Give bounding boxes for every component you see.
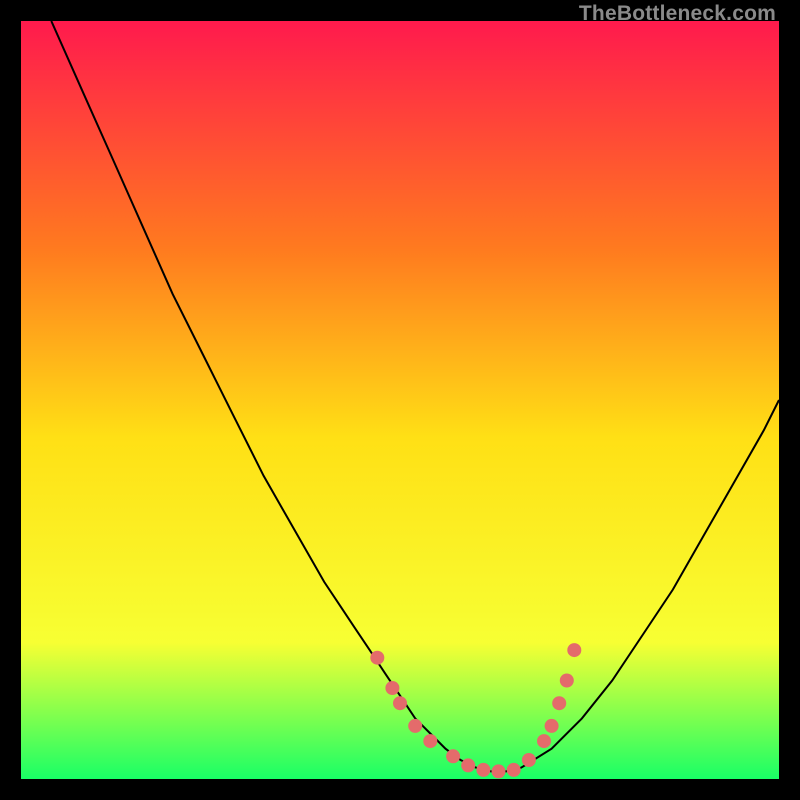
marker-point bbox=[385, 681, 399, 695]
marker-point bbox=[545, 719, 559, 733]
marker-point bbox=[476, 763, 490, 777]
chart-frame bbox=[21, 21, 779, 779]
marker-point bbox=[492, 764, 506, 778]
marker-point bbox=[552, 696, 566, 710]
marker-point bbox=[370, 651, 384, 665]
marker-point bbox=[423, 734, 437, 748]
marker-point bbox=[507, 763, 521, 777]
marker-point bbox=[408, 719, 422, 733]
marker-point bbox=[461, 758, 475, 772]
watermark-text: TheBottleneck.com bbox=[579, 2, 776, 26]
marker-point bbox=[446, 749, 460, 763]
marker-point bbox=[567, 643, 581, 657]
marker-point bbox=[522, 753, 536, 767]
bottleneck-chart bbox=[21, 21, 779, 779]
marker-point bbox=[537, 734, 551, 748]
gradient-background bbox=[21, 21, 779, 779]
marker-point bbox=[560, 674, 574, 688]
marker-point bbox=[393, 696, 407, 710]
